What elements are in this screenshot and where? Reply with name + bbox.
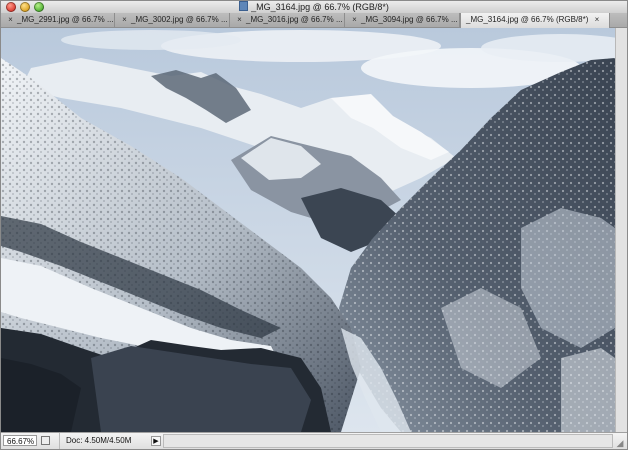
horizontal-scrollbar[interactable] (163, 434, 613, 448)
title-bar[interactable]: _MG_3164.jpg @ 66.7% (RGB/8*) (1, 1, 627, 13)
photo-mountain-valley (1, 28, 615, 432)
document-tab-bar: × _MG_2991.jpg @ 66.7% ... × _MG_3002.jpg … (1, 13, 627, 28)
document-size-info: Doc: 4.50M/4.50M (59, 433, 151, 449)
document-window: _MG_3164.jpg @ 66.7% (RGB/8*) × _MG_2991.… (0, 0, 628, 450)
close-icon[interactable]: × (6, 13, 15, 27)
tab-label: _MG_3164.jpg @ 66.7% (RGB/8*) (466, 15, 589, 24)
tab-label: _MG_3016.jpg @ 66.7% ... (246, 15, 343, 24)
document-tab[interactable]: × _MG_3016.jpg @ 66.7% ... (230, 13, 345, 27)
close-icon[interactable]: × (120, 13, 129, 27)
document-icon (239, 1, 249, 11)
close-icon[interactable]: × (235, 13, 244, 27)
document-tab[interactable]: × _MG_3094.jpg @ 66.7% ... (345, 13, 460, 27)
status-menu-arrow-icon[interactable]: ▶ (151, 436, 161, 446)
document-tab[interactable]: × _MG_3002.jpg @ 66.7% ... (115, 13, 230, 27)
window-title: _MG_3164.jpg @ 66.7% (RGB/8*) (1, 1, 627, 13)
document-tab-active[interactable]: _MG_3164.jpg @ 66.7% (RGB/8*) × (460, 13, 610, 28)
zoom-level-field[interactable]: 66.67% (3, 435, 37, 446)
close-icon[interactable]: × (350, 13, 359, 27)
tab-label: _MG_3002.jpg @ 66.7% ... (131, 15, 228, 24)
vertical-scrollbar[interactable] (615, 28, 627, 432)
tab-label: _MG_2991.jpg @ 66.7% ... (17, 15, 114, 24)
image-canvas[interactable] (1, 28, 615, 432)
tab-label: _MG_3094.jpg @ 66.7% ... (361, 15, 458, 24)
document-tab[interactable]: × _MG_2991.jpg @ 66.7% ... (1, 13, 115, 27)
close-icon[interactable]: × (592, 13, 601, 27)
status-bar: 66.67% Doc: 4.50M/4.50M ▶ ◢ (1, 432, 627, 449)
status-preview-icon[interactable] (41, 436, 50, 445)
window-title-text: _MG_3164.jpg @ 66.7% (RGB/8*) (251, 2, 389, 12)
resize-grip-icon[interactable]: ◢ (615, 438, 625, 448)
